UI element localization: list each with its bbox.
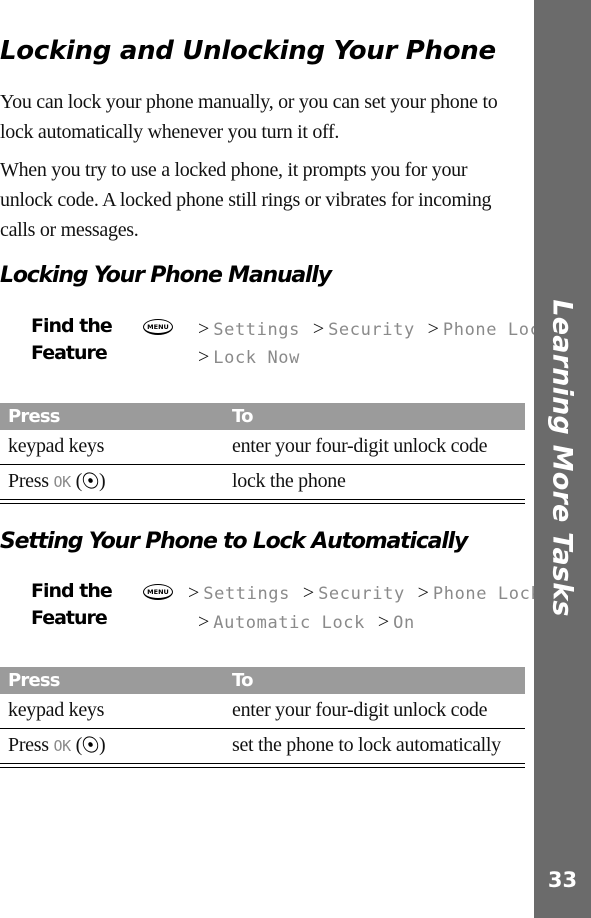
path-separator: > xyxy=(302,582,315,604)
table-row: Press OK () set the phone to lock automa… xyxy=(0,729,525,764)
path-item-on: On xyxy=(393,613,415,633)
column-header-to: To xyxy=(232,670,253,691)
path-separator: > xyxy=(427,318,439,340)
column-header-to: To xyxy=(232,406,253,427)
column-header-press: Press xyxy=(8,670,61,691)
path-separator: > xyxy=(377,611,390,633)
table-bottom-rule xyxy=(0,764,525,768)
press-cell: Press OK () xyxy=(8,733,106,756)
press-to-table: Press To keypad keys enter your four-dig… xyxy=(0,403,525,504)
path-separator: > xyxy=(198,346,210,368)
table-row: keypad keys enter your four-digit unlock… xyxy=(0,430,525,465)
section-heading-lock-automatically: Setting Your Phone to Lock Automatically xyxy=(0,529,468,554)
table-row: keypad keys enter your four-digit unlock… xyxy=(0,694,525,729)
press-to-table: Press To keypad keys enter your four-dig… xyxy=(0,667,525,768)
table-bottom-rule xyxy=(0,500,525,504)
section-heading-lock-manually: Locking Your Phone Manually xyxy=(0,263,332,288)
find-label-line1: Find the xyxy=(31,580,113,602)
table-header: Press To xyxy=(0,403,525,430)
manual-page: Locking and Unlocking Your Phone You can… xyxy=(0,0,551,918)
ok-key-label: OK xyxy=(53,473,71,491)
page-title: Locking and Unlocking Your Phone xyxy=(0,36,496,66)
chapter-title: Learning More Tasks xyxy=(546,299,578,617)
menu-key-icon: MENU xyxy=(143,319,173,335)
path-item-security: Security xyxy=(328,320,415,340)
table-row: Press OK () lock the phone xyxy=(0,465,525,500)
to-cell: set the phone to lock automatically xyxy=(232,734,501,756)
column-header-press: Press xyxy=(8,406,61,427)
path-item-lock-now: Lock Now xyxy=(213,348,300,368)
press-cell: Press OK () xyxy=(8,469,106,492)
nav-key-icon xyxy=(79,469,102,492)
menu-key-icon: MENU xyxy=(143,584,173,600)
press-cell: keypad keys xyxy=(8,699,105,721)
to-cell: enter your four-digit unlock code xyxy=(232,699,488,721)
chapter-sidebar-tab: Learning More Tasks 33 xyxy=(534,0,591,918)
intro-paragraph: You can lock your phone manually, or you… xyxy=(0,91,498,143)
path-separator: > xyxy=(198,611,210,633)
press-cell: keypad keys xyxy=(8,435,105,457)
intro-paragraph: When you try to use a locked phone, it p… xyxy=(0,159,492,241)
path-separator: > xyxy=(198,318,210,340)
path-item-settings: Settings xyxy=(203,584,290,604)
press-prefix: Press xyxy=(8,470,49,492)
to-cell: enter your four-digit unlock code xyxy=(232,435,488,457)
find-label-line1: Find the xyxy=(31,315,113,337)
path-separator: > xyxy=(417,582,429,604)
menu-path-continued: > Automatic Lock > On xyxy=(196,611,415,634)
menu-path-continued: > Lock Now xyxy=(196,346,300,369)
path-separator: > xyxy=(312,318,325,340)
menu-path: > Settings > Security > Phone Lock xyxy=(186,582,541,605)
table-header: Press To xyxy=(0,667,525,694)
find-label-line2: Feature xyxy=(31,342,108,364)
path-item-phone-lock: Phone Lock xyxy=(432,584,542,604)
press-prefix: Press xyxy=(8,734,49,756)
path-separator: > xyxy=(188,582,200,604)
path-item-security: Security xyxy=(318,584,405,604)
path-item-settings: Settings xyxy=(213,320,300,340)
page-number: 33 xyxy=(547,868,578,892)
path-item-automatic-lock: Automatic Lock xyxy=(213,613,365,633)
find-label-line2: Feature xyxy=(31,607,108,629)
to-cell: lock the phone xyxy=(232,470,346,492)
find-the-feature-label: Find the Feature xyxy=(31,578,113,632)
ok-key-label: OK xyxy=(53,737,71,755)
nav-key-icon xyxy=(79,733,102,756)
find-the-feature-label: Find the Feature xyxy=(31,313,113,367)
menu-path: > Settings > Security > Phone Lock xyxy=(196,318,551,341)
